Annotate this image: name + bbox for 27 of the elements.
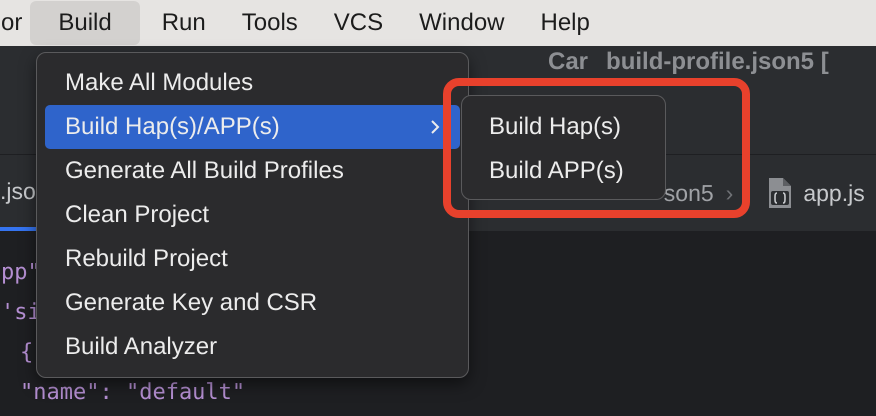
code-line: pp"	[1, 260, 41, 284]
menu-item[interactable]: Build Analyzer	[45, 325, 460, 369]
breadcrumb-item[interactable]: son5	[664, 180, 714, 206]
menu-item[interactable]: Generate All Build Profiles	[45, 149, 460, 193]
chevron-icon	[430, 119, 440, 135]
menu-bar-item[interactable]: Help	[526, 1, 604, 45]
code-line: {	[20, 340, 34, 364]
menu-item[interactable]: Make All Modules	[45, 61, 460, 105]
menu-bar-item[interactable]: Tools	[228, 1, 312, 45]
code-line: 'si	[1, 300, 41, 324]
menu-bar-item[interactable]: VCS	[320, 1, 398, 45]
menu-item[interactable]: Clean Project	[45, 193, 460, 237]
menu-item[interactable]: Build Hap(s)	[468, 105, 659, 149]
menu-bar-item[interactable]: Run	[148, 1, 220, 45]
menu-item[interactable]: Generate Key and CSR	[45, 281, 460, 325]
menu-item[interactable]: Build APP(s)	[468, 149, 659, 193]
code-line: "name": "default"	[20, 380, 246, 404]
menu-bar-item[interactable]: Window	[405, 1, 518, 45]
window-title: build-profile.json5 [	[606, 48, 829, 76]
menu-bar-item[interactable]: Build	[30, 1, 140, 45]
json-file-icon	[767, 177, 794, 209]
menu-item[interactable]: Rebuild Project	[45, 237, 460, 281]
menu-bar-item[interactable]: or	[1, 1, 22, 45]
file-tab[interactable]: app.js	[803, 180, 865, 206]
breadcrumb-separator: ›	[726, 180, 734, 206]
menu-item[interactable]: Build Hap(s)/APP(s)	[45, 105, 460, 149]
window-title: Car	[548, 48, 588, 76]
